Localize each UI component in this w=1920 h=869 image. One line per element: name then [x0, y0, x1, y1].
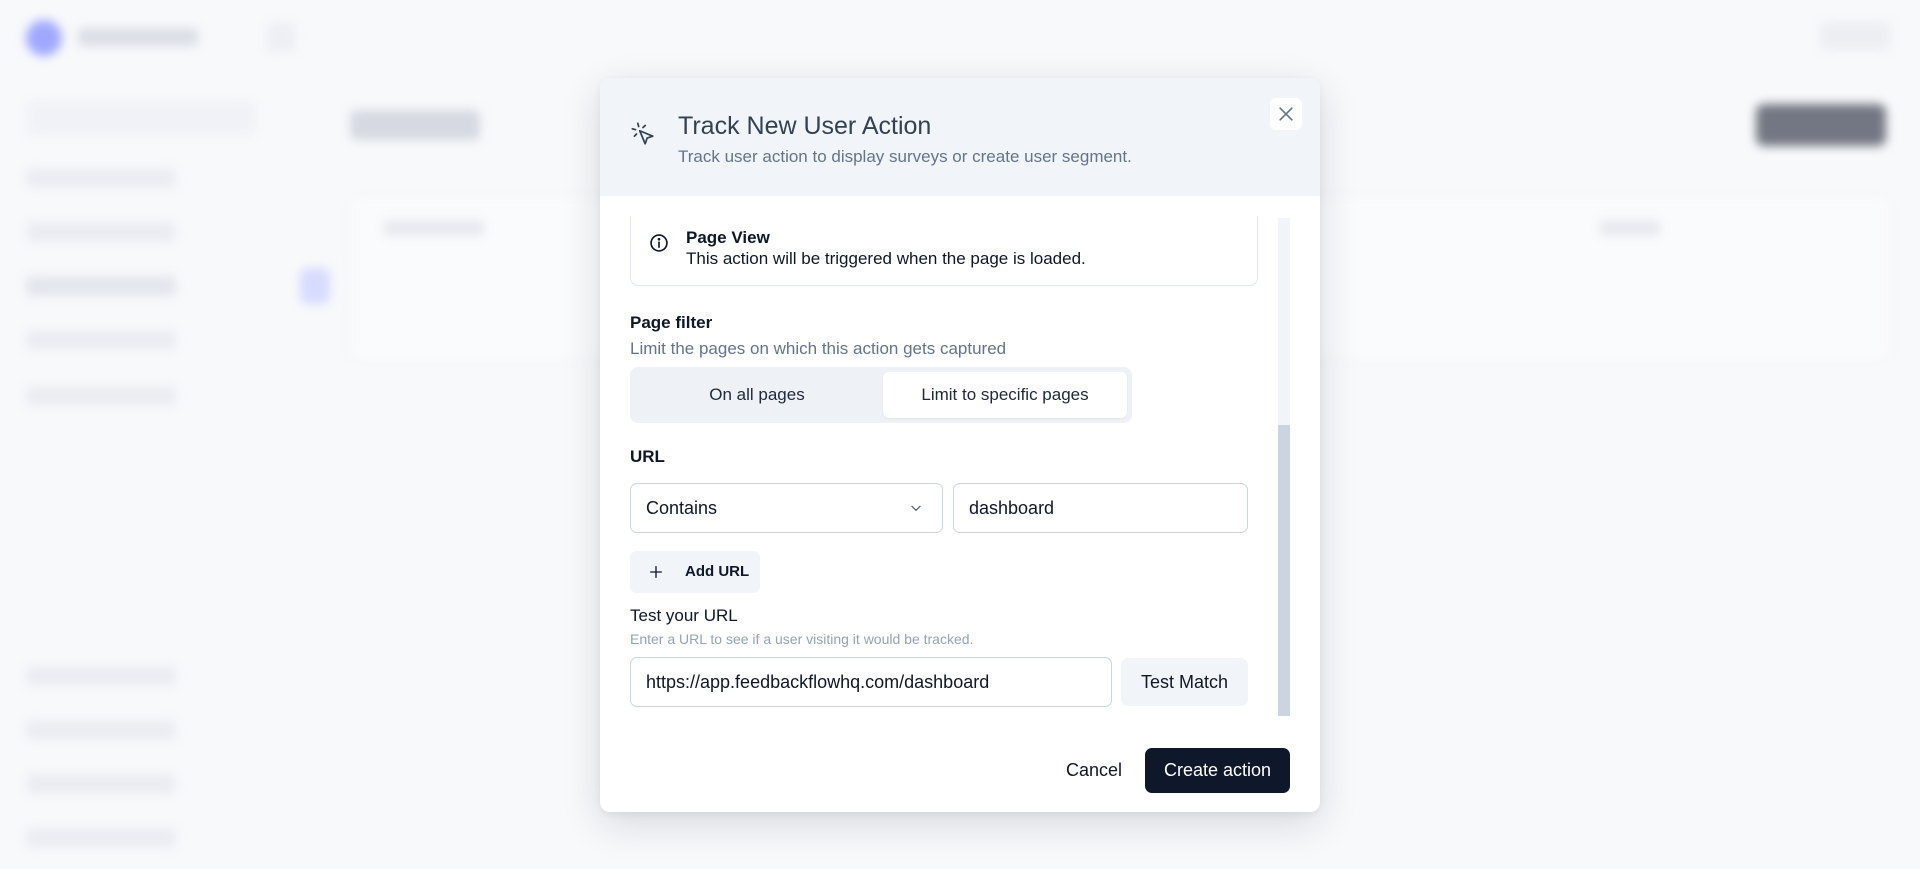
- scrollbar-track[interactable]: [1278, 218, 1290, 716]
- close-button[interactable]: [1270, 98, 1302, 130]
- test-url-label: Test your URL: [630, 606, 738, 625]
- url-rule-value: Contains: [646, 498, 718, 518]
- page-filter-label: Page filter: [630, 313, 713, 332]
- page-filter-toggle: On all pages Limit to specific pages: [630, 367, 1132, 423]
- add-url-button[interactable]: Add URL: [630, 551, 760, 593]
- modal-subtitle: Track user action to display surveys or …: [678, 147, 1132, 166]
- test-url-input[interactable]: [630, 657, 1112, 707]
- track-action-modal: Track New User Action Track user action …: [600, 78, 1320, 812]
- test-match-button[interactable]: Test Match: [1121, 658, 1248, 706]
- option-all-pages[interactable]: On all pages: [635, 372, 879, 418]
- add-url-label: Add URL: [685, 563, 750, 580]
- create-action-button[interactable]: Create action: [1145, 748, 1290, 793]
- action-type-info: Page View This action will be triggered …: [630, 216, 1258, 286]
- page-filter-help: Limit the pages on which this action get…: [630, 339, 1007, 358]
- url-rule-select[interactable]: Contains: [630, 483, 943, 533]
- cancel-button[interactable]: Cancel: [1048, 748, 1140, 792]
- cursor-click-icon: [631, 122, 654, 145]
- plus-icon: [650, 566, 662, 578]
- action-type-title: Page View: [686, 228, 770, 247]
- modal-scroll-body[interactable]: Page View This action will be triggered …: [600, 196, 1320, 716]
- test-url-help: Enter a URL to see if a user visiting it…: [630, 631, 974, 647]
- option-specific-pages[interactable]: Limit to specific pages: [883, 372, 1127, 418]
- close-icon: [1279, 107, 1293, 121]
- action-type-description: This action will be triggered when the p…: [686, 249, 1086, 268]
- info-icon: [650, 234, 668, 252]
- scrollbar-thumb[interactable]: [1278, 425, 1290, 716]
- chevron-down-icon: [911, 505, 921, 511]
- url-label: URL: [630, 447, 665, 466]
- modal-header: Track New User Action Track user action …: [600, 78, 1320, 196]
- url-value-input[interactable]: [953, 483, 1248, 533]
- modal-title: Track New User Action: [678, 112, 932, 140]
